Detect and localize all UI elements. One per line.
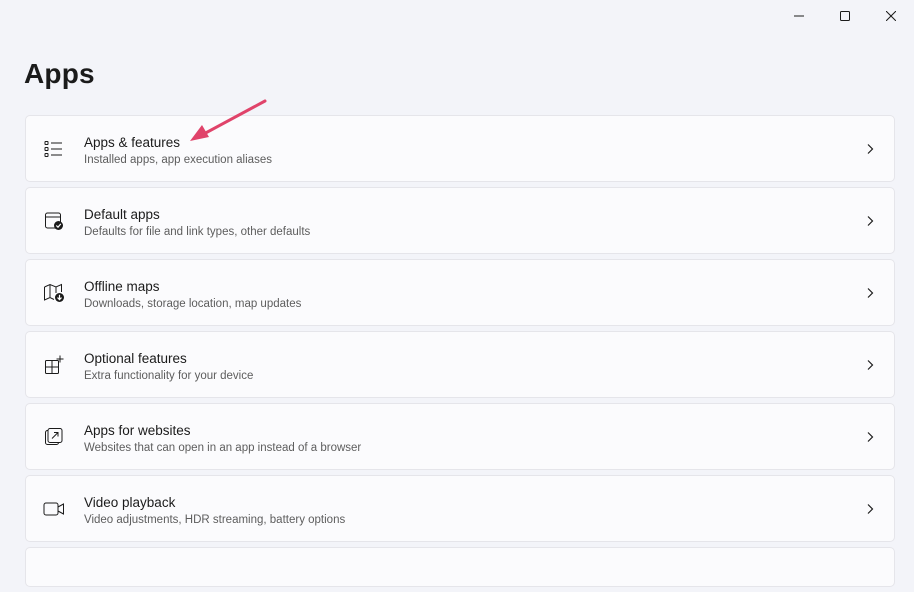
close-icon [886, 11, 896, 21]
item-subtitle: Installed apps, app execution aliases [84, 154, 272, 166]
map-download-icon [43, 282, 65, 304]
video-camera-icon [43, 498, 65, 520]
chevron-right-icon [867, 503, 874, 514]
maximize-button[interactable] [822, 0, 868, 32]
item-title: Default apps [84, 207, 160, 222]
default-apps-icon [43, 210, 65, 232]
item-subtitle: Downloads, storage location, map updates [84, 298, 302, 310]
item-title: Apps & features [84, 135, 181, 150]
item-subtitle: Websites that can open in an app instead… [84, 442, 362, 454]
open-external-icon [43, 426, 65, 448]
apps-for-websites-item[interactable]: Apps for websites Websites that can open… [25, 403, 895, 470]
item-title: Apps for websites [84, 423, 191, 438]
chevron-right-icon [867, 143, 874, 154]
item-text: Optional features Extra functionality fo… [84, 350, 253, 384]
chevron-right-icon [867, 215, 874, 226]
video-playback-item[interactable]: Video playback Video adjustments, HDR st… [25, 475, 895, 542]
item-text: Apps & features Installed apps, app exec… [84, 134, 272, 168]
close-button[interactable] [868, 0, 914, 32]
minimize-button[interactable] [776, 0, 822, 32]
chevron-right-icon [867, 287, 874, 298]
item-title: Video playback [84, 495, 176, 510]
item-subtitle: Video adjustments, HDR streaming, batter… [84, 514, 346, 526]
minimize-icon [794, 15, 804, 17]
item-title: Offline maps [84, 279, 160, 294]
optional-features-item[interactable]: Optional features Extra functionality fo… [25, 331, 895, 398]
item-subtitle: Extra functionality for your device [84, 370, 254, 382]
chevron-right-icon [867, 431, 874, 442]
item-subtitle: Defaults for file and link types, other … [84, 226, 311, 238]
item-text: Video playback Video adjustments, HDR st… [84, 494, 345, 528]
maximize-icon [840, 11, 850, 21]
item-title: Optional features [84, 351, 187, 366]
offline-maps-item[interactable]: Offline maps Downloads, storage location… [25, 259, 895, 326]
grid-add-icon [43, 354, 65, 376]
page-title: Apps [24, 58, 95, 89]
apps-and-features-item[interactable]: Apps & features Installed apps, app exec… [25, 115, 895, 182]
chevron-right-icon [867, 359, 874, 370]
default-apps-item[interactable]: Default apps Defaults for file and link … [25, 187, 895, 254]
item-text: Default apps Defaults for file and link … [84, 206, 310, 240]
item-text: Apps for websites Websites that can open… [84, 422, 361, 456]
partial-list-item[interactable] [25, 547, 895, 587]
settings-list: Apps & features Installed apps, app exec… [25, 115, 895, 592]
item-text: Offline maps Downloads, storage location… [84, 278, 301, 312]
list-icon [43, 138, 65, 160]
window-controls [776, 0, 914, 32]
